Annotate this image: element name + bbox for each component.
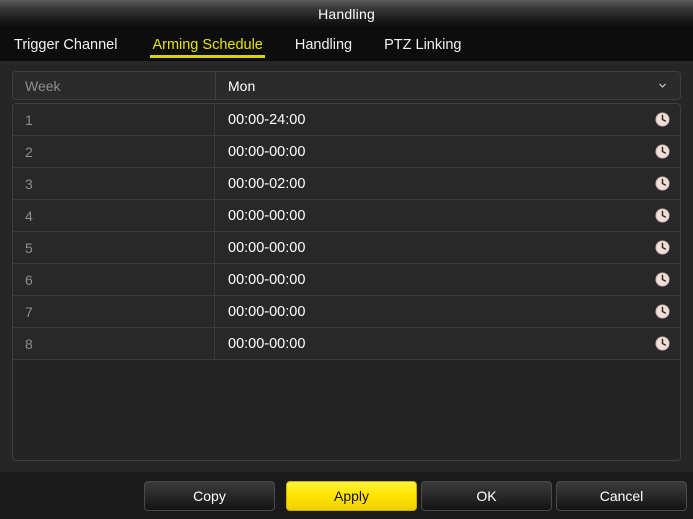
tab-handling[interactable]: Handling xyxy=(293,28,354,61)
chevron-down-icon xyxy=(657,80,668,91)
tab-trigger-channel[interactable]: Trigger Channel xyxy=(12,28,119,61)
clock-icon[interactable] xyxy=(655,240,670,255)
cancel-button[interactable]: Cancel xyxy=(556,481,687,511)
schedule-row-index: 4 xyxy=(13,200,215,231)
handling-dialog: Handling Trigger Channel Arming Schedule… xyxy=(0,0,693,519)
ok-button[interactable]: OK xyxy=(421,481,552,511)
table-row[interactable]: 5 00:00-00:00 xyxy=(13,232,680,264)
schedule-row-time-cell[interactable]: 00:00-00:00 xyxy=(215,200,680,231)
week-dropdown[interactable]: Mon xyxy=(216,72,680,99)
table-row[interactable]: 2 00:00-00:00 xyxy=(13,136,680,168)
clock-icon[interactable] xyxy=(655,336,670,351)
schedule-row-index: 5 xyxy=(13,232,215,263)
schedule-row-time-cell[interactable]: 00:00-00:00 xyxy=(215,232,680,263)
week-label: Week xyxy=(13,72,216,99)
table-row[interactable]: 4 00:00-00:00 xyxy=(13,200,680,232)
tab-ptz-linking[interactable]: PTZ Linking xyxy=(382,28,463,61)
copy-button[interactable]: Copy xyxy=(144,481,275,511)
arming-schedule-table: 1 00:00-24:00 2 00:00-00:00 3 00:00-02:00 4 00:… xyxy=(12,103,681,461)
clock-icon[interactable] xyxy=(655,176,670,191)
clock-icon[interactable] xyxy=(655,112,670,127)
schedule-row-time-cell[interactable]: 00:00-00:00 xyxy=(215,264,680,295)
clock-icon[interactable] xyxy=(655,304,670,319)
tab-label: Handling xyxy=(294,36,353,53)
schedule-row-index: 2 xyxy=(13,136,215,167)
clock-icon[interactable] xyxy=(655,208,670,223)
schedule-row-index: 3 xyxy=(13,168,215,199)
tab-label: Arming Schedule xyxy=(152,36,263,53)
schedule-row-index: 6 xyxy=(13,264,215,295)
window-title: Handling xyxy=(318,6,375,22)
table-row[interactable]: 1 00:00-24:00 xyxy=(13,104,680,136)
tab-label: Trigger Channel xyxy=(14,36,118,53)
schedule-row-index: 7 xyxy=(13,296,215,327)
week-selector-row: Week Mon xyxy=(12,71,681,100)
schedule-row-time-value: 00:00-00:00 xyxy=(228,239,306,256)
clock-icon[interactable] xyxy=(655,272,670,287)
schedule-row-time-value: 00:00-00:00 xyxy=(228,207,306,224)
schedule-row-time-value: 00:00-00:00 xyxy=(228,143,306,160)
dialog-content: Week Mon 1 00:00-24:00 2 00:00-00:00 3 00:00-… xyxy=(0,61,693,472)
schedule-row-time-value: 00:00-24:00 xyxy=(228,111,306,128)
schedule-row-index: 1 xyxy=(13,104,215,135)
window-titlebar: Handling xyxy=(0,0,693,28)
table-row[interactable]: 3 00:00-02:00 xyxy=(13,168,680,200)
schedule-row-time-value: 00:00-00:00 xyxy=(228,271,306,288)
tab-active-underline xyxy=(150,55,265,58)
schedule-row-time-cell[interactable]: 00:00-00:00 xyxy=(215,296,680,327)
schedule-row-time-cell[interactable]: 00:00-24:00 xyxy=(215,104,680,135)
table-row[interactable]: 7 00:00-00:00 xyxy=(13,296,680,328)
clock-icon[interactable] xyxy=(655,144,670,159)
dialog-footer: Copy Apply OK Cancel xyxy=(0,472,693,519)
schedule-row-time-value: 00:00-00:00 xyxy=(228,303,306,320)
tab-label: PTZ Linking xyxy=(384,36,462,53)
table-row[interactable]: 8 00:00-00:00 xyxy=(13,328,680,360)
table-empty-area xyxy=(13,360,680,460)
week-dropdown-value: Mon xyxy=(228,77,256,94)
schedule-row-time-cell[interactable]: 00:00-00:00 xyxy=(215,328,680,359)
tab-arming-schedule[interactable]: Arming Schedule xyxy=(150,28,265,61)
schedule-row-time-value: 00:00-00:00 xyxy=(228,335,306,352)
apply-button[interactable]: Apply xyxy=(286,481,417,511)
schedule-row-time-cell[interactable]: 00:00-02:00 xyxy=(215,168,680,199)
schedule-row-time-cell[interactable]: 00:00-00:00 xyxy=(215,136,680,167)
schedule-row-index: 8 xyxy=(13,328,215,359)
schedule-row-time-value: 00:00-02:00 xyxy=(228,175,306,192)
table-row[interactable]: 6 00:00-00:00 xyxy=(13,264,680,296)
tab-bar: Trigger Channel Arming Schedule Handling… xyxy=(0,28,693,61)
